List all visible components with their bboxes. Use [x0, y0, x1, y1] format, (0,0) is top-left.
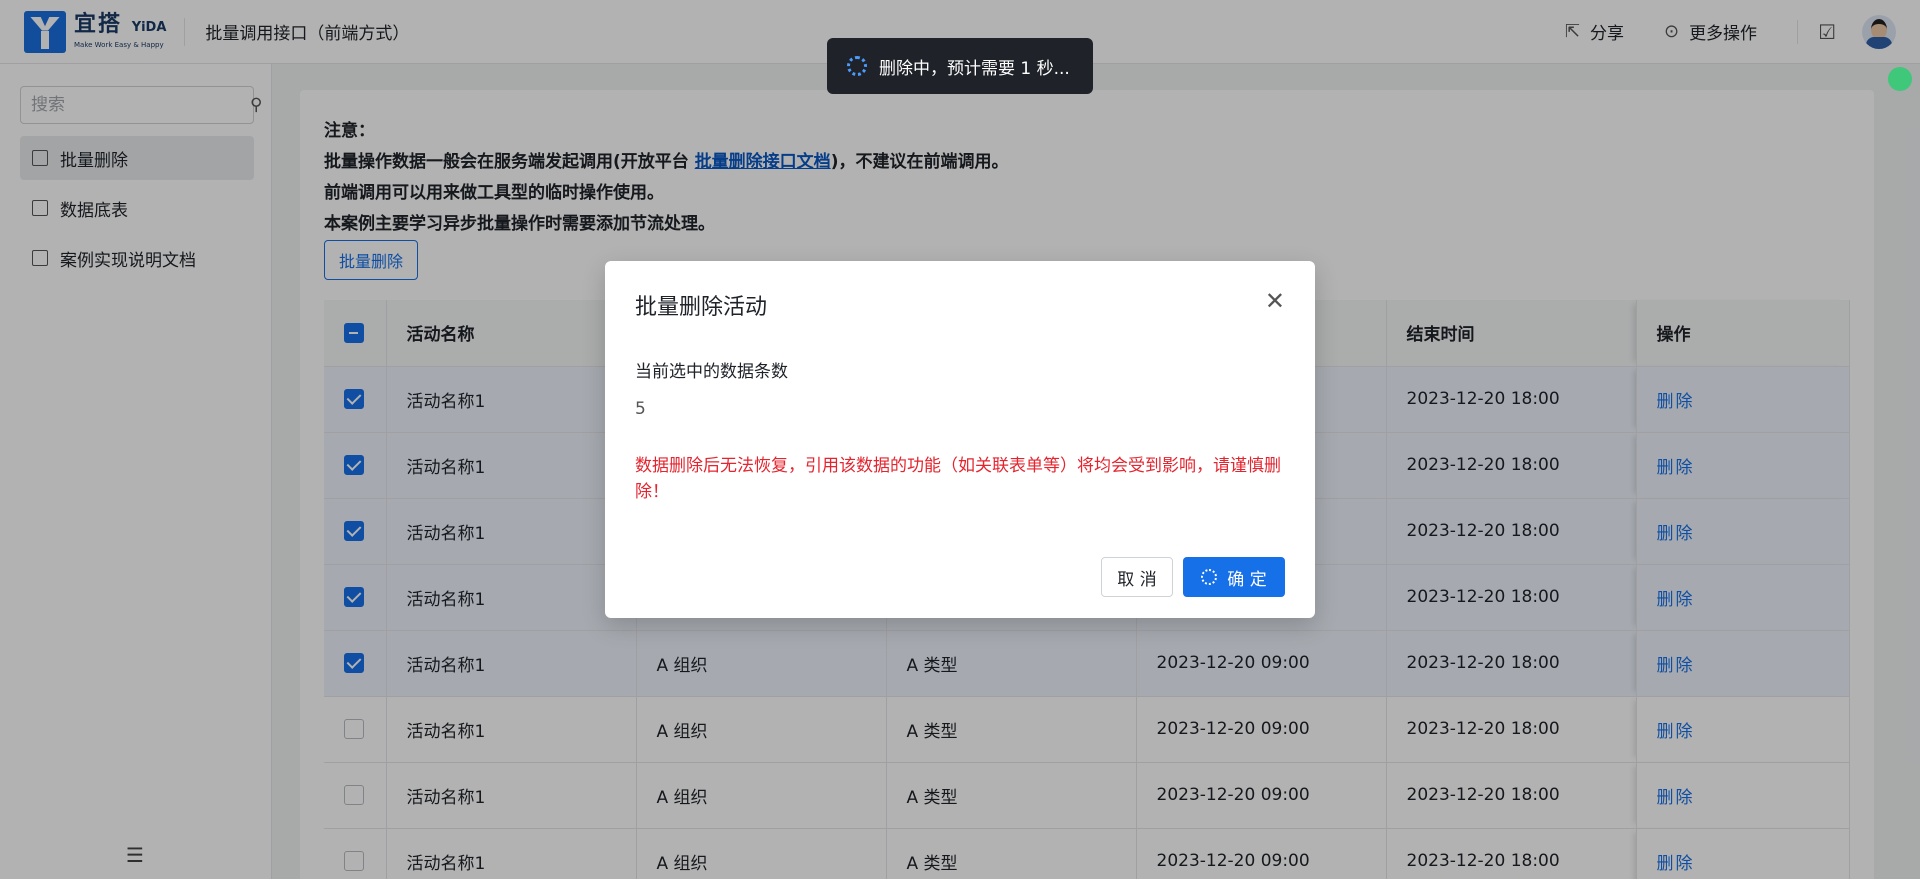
loading-spinner-icon	[1201, 569, 1218, 585]
status-dot[interactable]	[1888, 67, 1912, 91]
dialog-title: 批量删除活动	[635, 295, 768, 320]
close-icon[interactable]: ✕	[1265, 287, 1285, 315]
loading-toast: 删除中，预计需要 1 秒...	[827, 38, 1093, 94]
loading-spinner-icon	[847, 56, 867, 76]
cancel-button[interactable]: 取 消	[1101, 557, 1173, 597]
selected-count-value: 5	[635, 399, 646, 419]
batch-delete-dialog: 批量删除活动 ✕ 当前选中的数据条数 5 数据删除后无法恢复，引用该数据的功能（…	[605, 261, 1315, 618]
delete-warning: 数据删除后无法恢复，引用该数据的功能（如关联表单等）将均会受到影响，请谨慎删除！	[635, 456, 1281, 502]
confirm-button[interactable]: 确 定	[1183, 557, 1285, 597]
selected-count-label: 当前选中的数据条数	[635, 362, 788, 382]
